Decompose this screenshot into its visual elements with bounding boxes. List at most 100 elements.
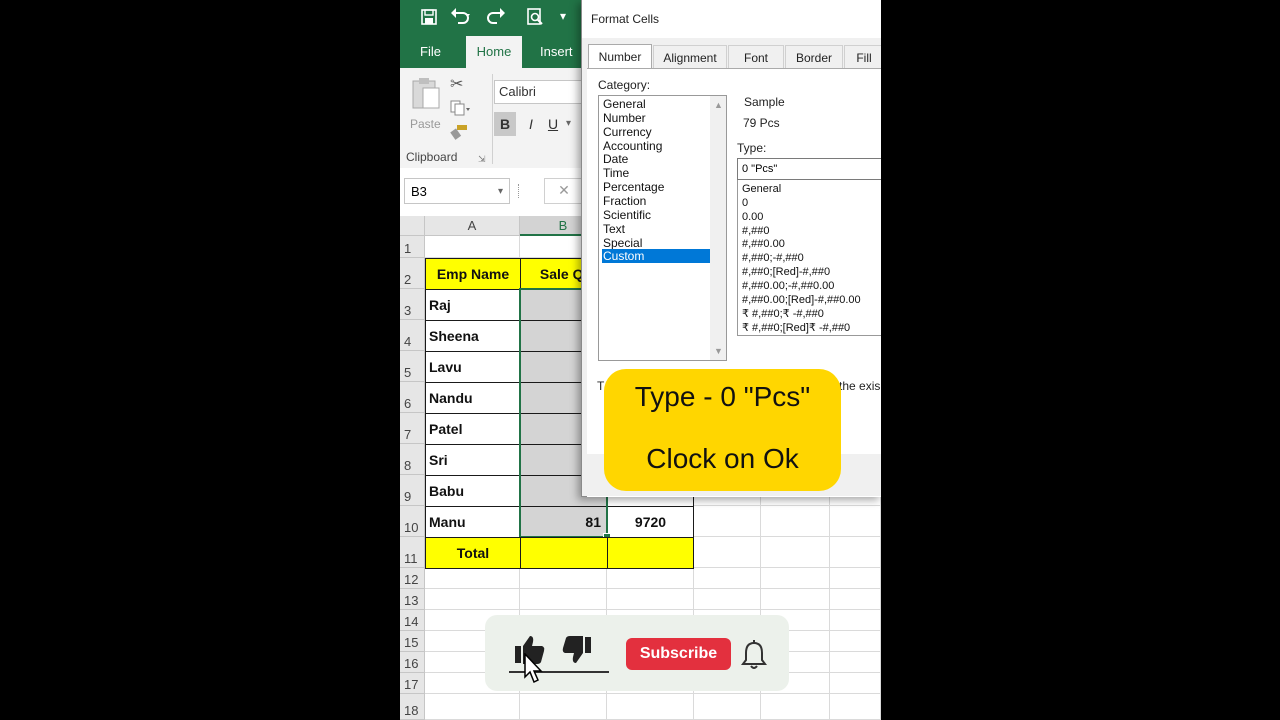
grid-cell[interactable] xyxy=(607,694,694,720)
tab-fill[interactable]: Fill xyxy=(844,45,881,69)
format-painter-icon[interactable] xyxy=(450,124,468,145)
format-code-item[interactable]: General xyxy=(742,182,781,196)
tab-border[interactable]: Border xyxy=(785,45,843,69)
grid-cell[interactable] xyxy=(694,568,761,589)
grid-cell[interactable] xyxy=(830,506,881,537)
grid-cell[interactable] xyxy=(830,673,881,694)
emp-name-cell[interactable]: Raj xyxy=(425,289,521,321)
row-header[interactable]: 13 xyxy=(400,589,425,610)
grid-cell[interactable] xyxy=(607,568,694,589)
row-header[interactable]: 8 xyxy=(400,444,425,475)
type-input[interactable]: 0 "Pcs" xyxy=(737,158,881,180)
grid-cell[interactable] xyxy=(830,589,881,610)
font-name-box[interactable]: Calibri xyxy=(494,80,584,104)
row-header[interactable]: 18 xyxy=(400,694,425,720)
italic-button[interactable]: I xyxy=(522,112,540,136)
grid-cell[interactable] xyxy=(830,610,881,631)
grid-cell[interactable] xyxy=(425,694,520,720)
grid-cell[interactable] xyxy=(694,694,761,720)
grid-cell[interactable] xyxy=(694,537,761,568)
format-code-item[interactable]: ₹ #,##0;[Red]₹ -#,##0 xyxy=(742,321,850,335)
tab-home[interactable]: Home xyxy=(466,36,522,68)
row-header[interactable]: 5 xyxy=(400,351,425,382)
value-cell[interactable]: 9720 xyxy=(607,506,694,538)
category-item[interactable]: Special xyxy=(602,236,710,250)
total-value-cell[interactable] xyxy=(607,537,694,569)
grid-cell[interactable] xyxy=(761,694,830,720)
grid-cell[interactable] xyxy=(830,631,881,652)
category-item[interactable]: Accounting xyxy=(602,139,710,153)
format-code-item[interactable]: #,##0.00;[Red]-#,##0.00 xyxy=(742,293,861,307)
row-header[interactable]: 4 xyxy=(400,320,425,351)
tab-number[interactable]: Number xyxy=(588,44,652,69)
format-code-item[interactable]: #,##0;-#,##0 xyxy=(742,251,804,265)
redo-icon[interactable] xyxy=(486,7,508,29)
row-header[interactable]: 12 xyxy=(400,568,425,589)
row-header[interactable]: 7 xyxy=(400,413,425,444)
category-item[interactable]: Percentage xyxy=(602,180,710,194)
row-header[interactable]: 3 xyxy=(400,289,425,320)
total-label-cell[interactable]: Total xyxy=(425,537,521,569)
save-icon[interactable] xyxy=(420,8,438,30)
cancel-entry-button[interactable]: ✕ xyxy=(544,178,584,204)
category-list[interactable]: ▲ ▼ General Number Currency Accounting Date T… xyxy=(598,95,727,361)
grid-cell[interactable] xyxy=(520,568,607,589)
row-header[interactable]: 6 xyxy=(400,382,425,413)
tab-insert[interactable]: Insert xyxy=(532,36,581,68)
cut-icon[interactable]: ✂ xyxy=(450,74,463,94)
grid-cell[interactable] xyxy=(520,589,607,610)
header-emp-name[interactable]: Emp Name xyxy=(425,258,521,290)
emp-name-cell[interactable]: Sri xyxy=(425,444,521,476)
row-header[interactable]: 10 xyxy=(400,506,425,537)
grid-cell[interactable] xyxy=(761,589,830,610)
undo-icon[interactable] xyxy=(450,7,472,29)
scroll-down-icon[interactable]: ▼ xyxy=(714,346,723,356)
row-header[interactable]: 9 xyxy=(400,475,425,506)
row-header[interactable]: 15 xyxy=(400,631,425,652)
name-box[interactable]: B3 ▾ xyxy=(404,178,510,204)
format-code-item[interactable]: #,##0.00 xyxy=(742,237,785,251)
category-item[interactable]: Scientific xyxy=(602,208,710,222)
row-header[interactable]: 11 xyxy=(400,537,425,568)
customize-qat-icon[interactable]: ▾ xyxy=(560,9,566,23)
row-header[interactable]: 2 xyxy=(400,258,425,289)
grid-cell[interactable] xyxy=(520,694,607,720)
grid-cell[interactable] xyxy=(425,236,520,258)
dialog-titlebar[interactable]: Format Cells xyxy=(582,0,881,38)
grid-cell[interactable] xyxy=(607,589,694,610)
copy-icon[interactable] xyxy=(450,100,470,121)
grid-cell[interactable] xyxy=(830,652,881,673)
row-header[interactable]: 14 xyxy=(400,610,425,631)
tab-file[interactable]: File xyxy=(412,36,449,68)
emp-name-cell[interactable]: Lavu xyxy=(425,351,521,383)
total-qty-cell[interactable] xyxy=(520,537,608,569)
grid-cell[interactable] xyxy=(761,537,830,568)
tab-font[interactable]: Font xyxy=(728,45,784,69)
category-item[interactable]: Text xyxy=(602,222,710,236)
format-code-list[interactable]: General 0 0.00 #,##0 #,##0.00 #,##0;-#,##0 #,#… xyxy=(737,180,881,336)
select-all-corner[interactable] xyxy=(400,216,425,236)
dislike-icon[interactable] xyxy=(561,635,593,672)
row-header[interactable]: 1 xyxy=(400,236,425,258)
emp-name-cell[interactable]: Babu xyxy=(425,475,521,507)
subscribe-button[interactable]: Subscribe xyxy=(626,638,731,670)
category-item[interactable]: Time xyxy=(602,166,710,180)
category-item[interactable]: General xyxy=(602,97,710,111)
emp-name-cell[interactable]: Sheena xyxy=(425,320,521,352)
format-code-item[interactable]: #,##0 xyxy=(742,224,770,238)
grid-cell[interactable] xyxy=(694,589,761,610)
underline-button[interactable]: U xyxy=(544,112,562,136)
category-item[interactable]: Date xyxy=(602,152,710,166)
dialog-launcher-icon[interactable]: ⇲ xyxy=(478,154,486,165)
column-header[interactable]: A xyxy=(425,216,520,236)
emp-name-cell[interactable]: Patel xyxy=(425,413,521,445)
scroll-up-icon[interactable]: ▲ xyxy=(714,100,723,110)
row-header[interactable]: 16 xyxy=(400,652,425,673)
tab-alignment[interactable]: Alignment xyxy=(653,45,727,69)
grid-cell[interactable] xyxy=(761,568,830,589)
emp-name-cell[interactable]: Manu xyxy=(425,506,521,538)
category-item[interactable]: Number xyxy=(602,111,710,125)
format-code-item[interactable]: 0 xyxy=(742,196,748,210)
grid-cell[interactable] xyxy=(830,568,881,589)
format-code-item[interactable]: #,##0.00;-#,##0.00 xyxy=(742,279,834,293)
